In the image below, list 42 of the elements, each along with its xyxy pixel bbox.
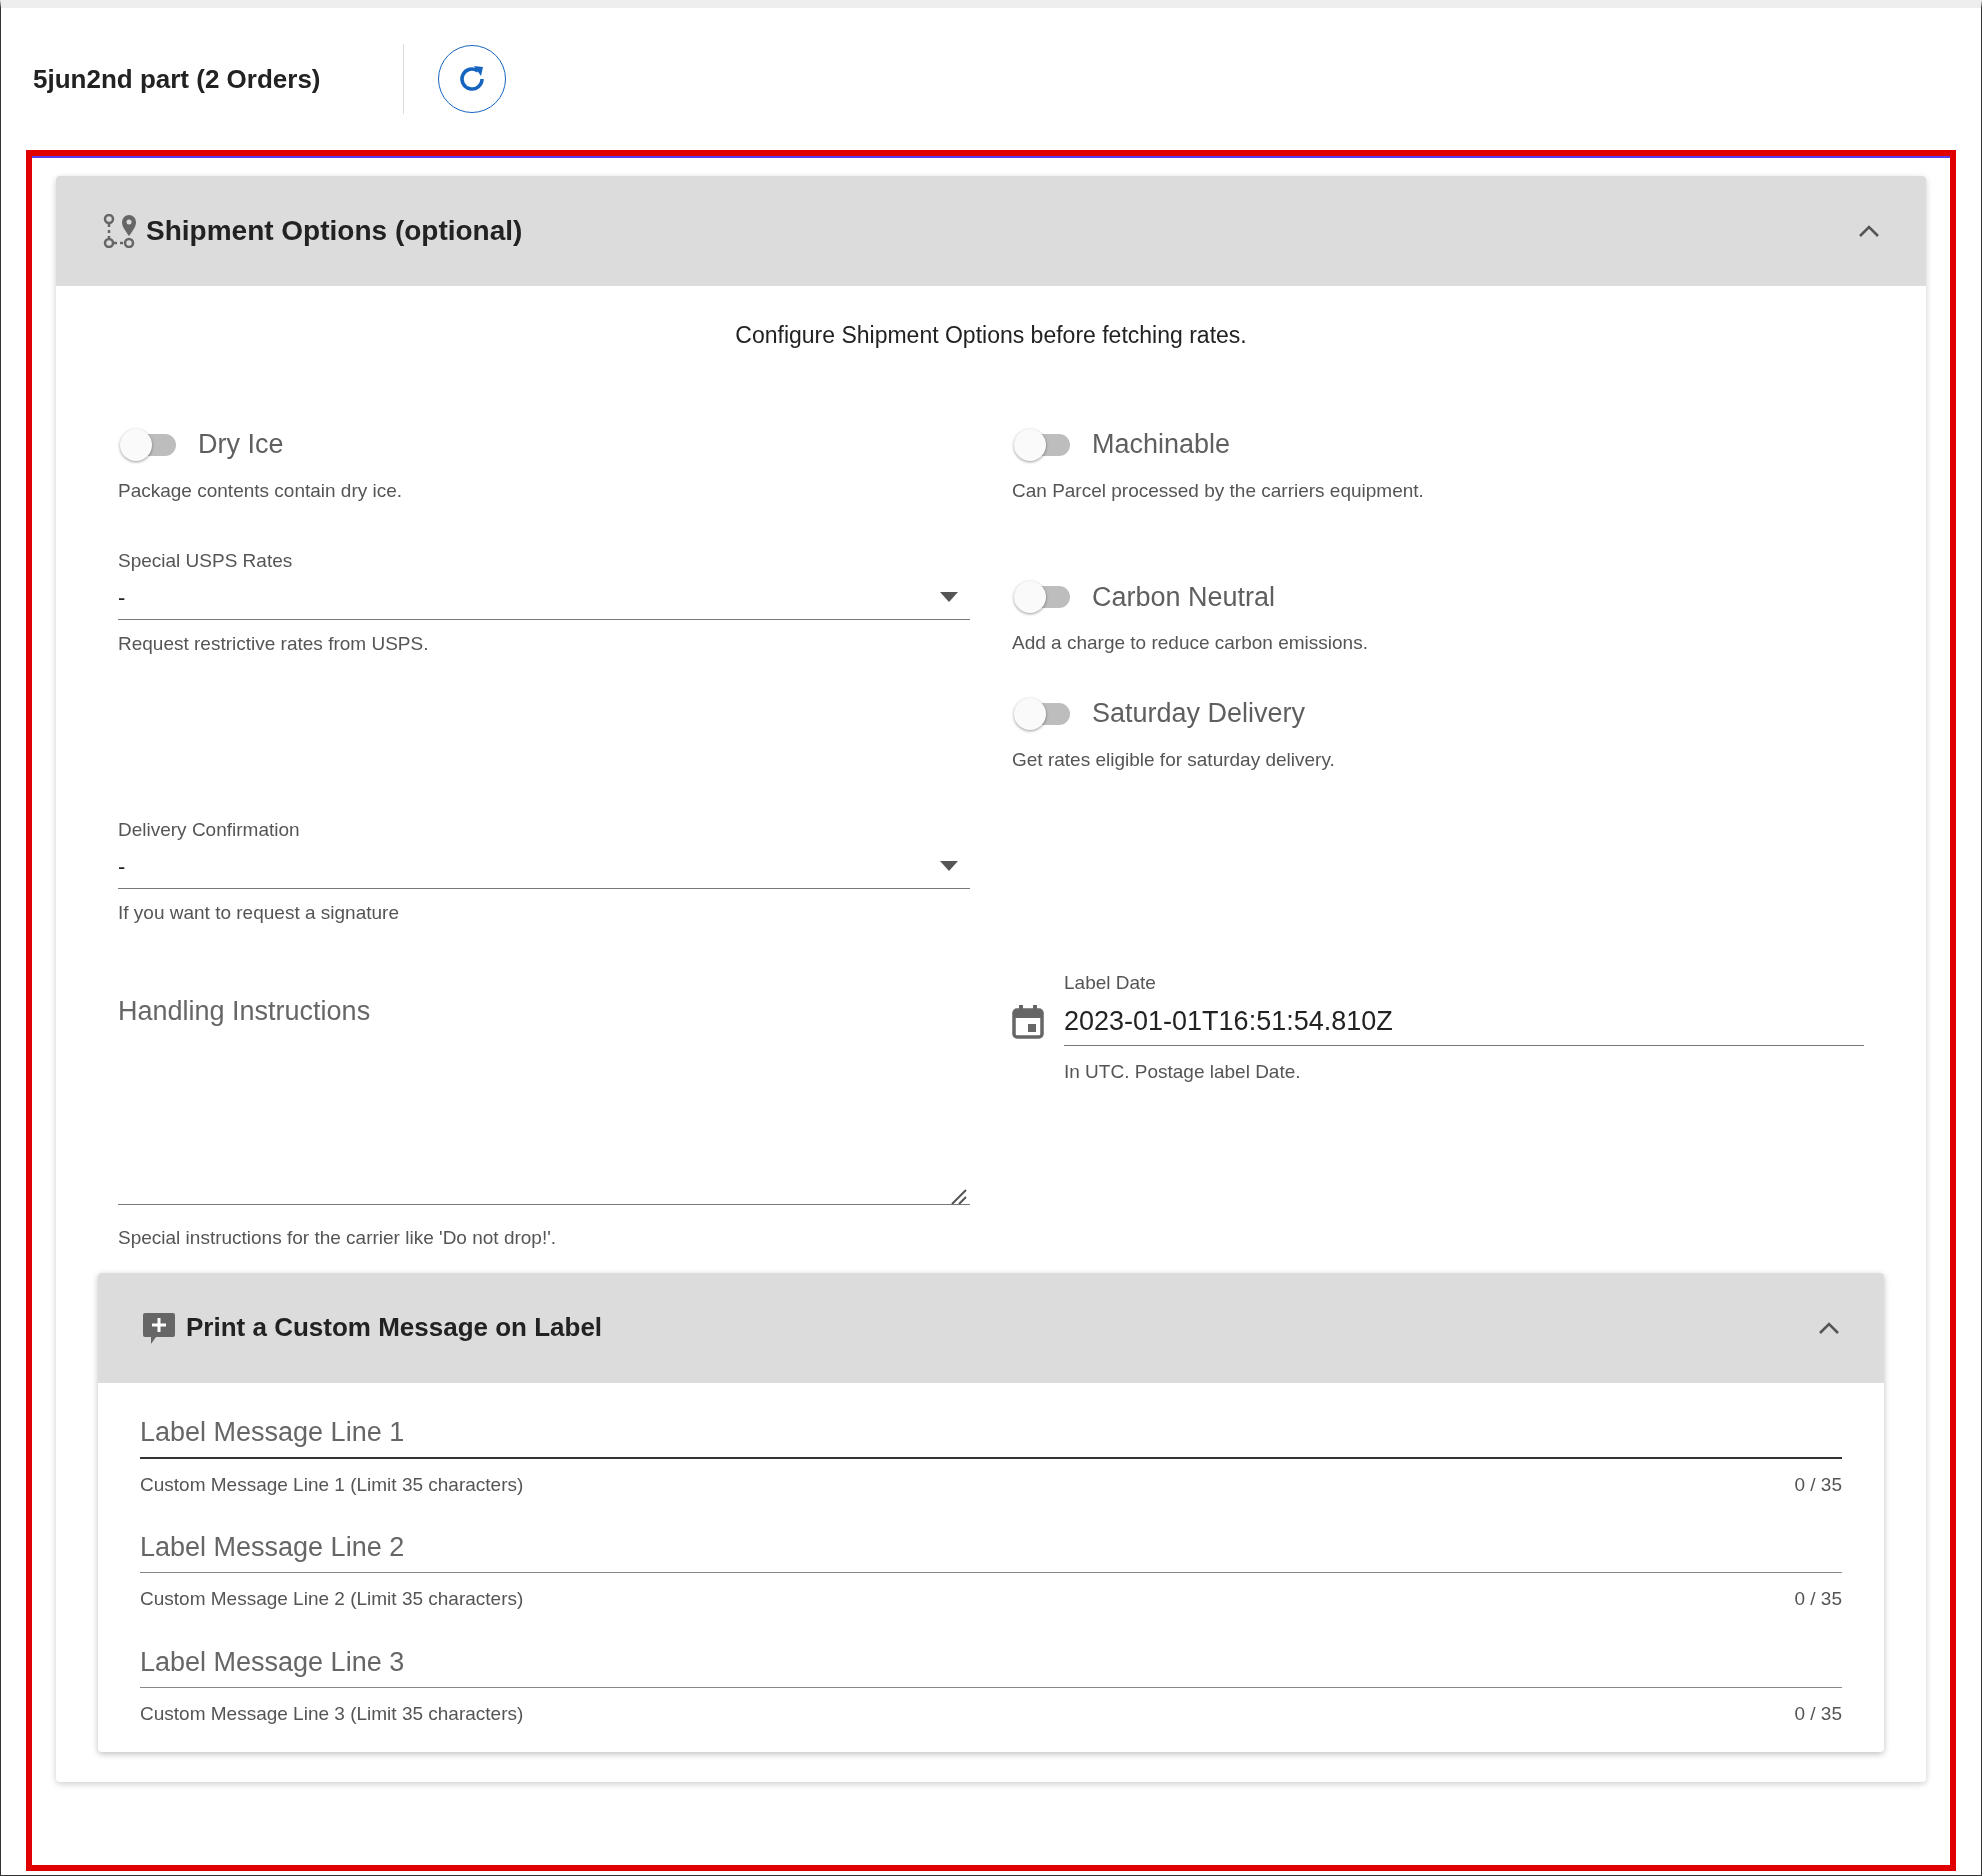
toggle-label: Machinable [1092,428,1231,462]
toggle-label: Dry Ice [198,428,284,462]
helper-text: Can Parcel processed by the carriers equipment. [1012,478,1425,503]
label-message-field[interactable]: Label Message Line 2 [140,1513,1842,1573]
helper-text: Add a charge to reduce carbon emissions. [1012,631,1369,655]
select-field[interactable]: - [118,844,970,889]
toggle-label: Carbon Neutral [1092,580,1276,614]
helper-text: Custom Message Line 1 (Limit 35 characters) [140,1472,524,1497]
toggle-label: Saturday Delivery [1092,697,1306,731]
helper-text: Request restrictive rates from USPS. [118,631,430,656]
label-message-field[interactable]: Label Message Line 1 [140,1398,1842,1459]
field-label: Special USPS Rates [118,549,294,573]
resize-handle-icon[interactable] [950,1188,968,1206]
helper-text: Get rates eligible for saturday delivery. [1012,747,1336,772]
section-title: Shipment Options (optional) [146,214,523,248]
character-counter: 0 / 35 [1794,1587,1842,1611]
chevron-up-icon[interactable] [1858,224,1880,238]
helper-text: Custom Message Line 3 (Limit 35 characters) [140,1701,524,1726]
helper-text: Custom Message Line 2 (Limit 35 characters) [140,1587,524,1611]
helper-text: Special instructions for the carrier like 'Do not drop!'. [118,1226,558,1250]
custom-message-header[interactable]: Print a Custom Message on Label [98,1272,1884,1383]
shipment-options-header[interactable]: Shipment Options (optional) [56,176,1926,286]
handling-instructions-field[interactable]: Handling Instructions [118,969,970,1205]
character-counter: 0 / 35 [1794,1472,1842,1497]
chevron-up-icon[interactable] [1818,1320,1840,1335]
label-message-field[interactable]: Label Message Line 3 [140,1627,1842,1688]
calendar-icon[interactable] [1012,1005,1044,1039]
helper-text: In UTC. Postage label Date. [1064,1059,1302,1084]
section-title: Print a Custom Message on Label [186,1311,603,1344]
helper-text: If you want to request a signature [118,900,400,925]
intro-text: Configure Shipment Options before fetching rates. [735,321,1247,350]
date-field[interactable]: 2023-01-01T16:51:54.810Z [1064,997,1864,1046]
message-add-icon [142,1310,176,1345]
select-field[interactable]: - [118,575,970,620]
helper-text: Package contents contain dry ice. [118,478,404,503]
route-pin-icon [102,214,136,248]
dropdown-arrow-icon [940,861,958,871]
page-title: 5jun2nd part (2 Orders) [33,62,322,96]
field-label: Delivery Confirmation [118,818,301,842]
field-label: Label Date [1064,971,1157,995]
character-counter: 0 / 35 [1794,1701,1842,1726]
dropdown-arrow-icon [940,592,958,602]
